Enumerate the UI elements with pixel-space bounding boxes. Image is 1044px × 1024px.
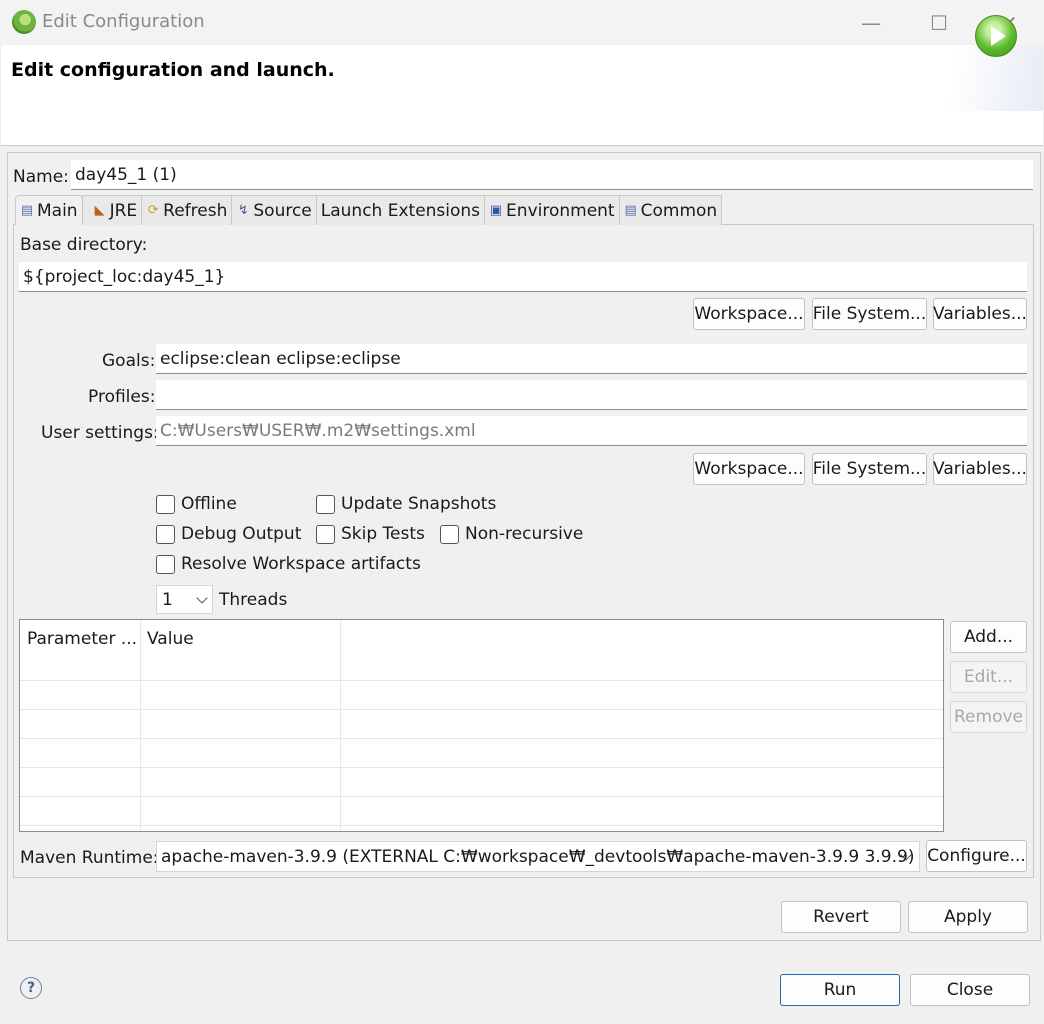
checkbox-box[interactable] [156,494,175,514]
revert-button[interactable]: Revert [781,901,901,933]
minimize-button[interactable]: — [836,0,906,45]
checkbox-box[interactable] [316,494,335,514]
configure-runtime-button[interactable]: Configure... [926,840,1027,872]
tab-label: Source [253,200,312,221]
file-system-button-base[interactable]: File System... [812,298,927,330]
debug-output-label: Debug Output [181,524,302,544]
tab-bar: ▤ Main ◣ JRE ⟳ Refresh ↯ Source Launch E… [15,195,723,225]
header-title: Edit configuration and launch. [11,59,335,81]
table-row [20,680,943,681]
update-snapshots-label: Update Snapshots [341,494,497,514]
name-label: Name: [13,167,69,187]
tab-jre[interactable]: ◣ JRE [81,195,143,225]
user-settings-field[interactable]: C:₩Users₩USER₩.m2₩settings.xml [156,416,1027,446]
tab-source[interactable]: ↯ Source [231,195,317,225]
non-recursive-label: Non-recursive [465,524,584,544]
run-button[interactable]: Run [780,974,900,1006]
profiles-field[interactable] [156,380,1027,410]
variables-button-base[interactable]: Variables... [933,298,1027,330]
variables-button-settings[interactable]: Variables... [933,453,1027,485]
skip-tests-checkbox[interactable]: Skip Tests [316,524,425,544]
checkbox-box[interactable] [440,524,459,544]
help-icon[interactable]: ? [20,977,42,999]
close-button[interactable]: Close [910,974,1030,1006]
chevron-down-icon [196,592,208,604]
window-title: Edit Configuration [42,11,205,32]
table-row [20,796,943,797]
tab-label: Common [640,200,718,221]
tab-label: Launch Extensions [320,200,481,221]
tab-environment[interactable]: ▣ Environment [484,195,620,225]
checkbox-box[interactable] [156,524,175,544]
skip-tests-label: Skip Tests [341,524,425,544]
parameter-column-header[interactable]: Parameter ... [27,629,137,649]
user-settings-label: User settings: [41,423,159,443]
tab-refresh[interactable]: ⟳ Refresh [141,195,233,225]
threads-value: 1 [162,589,173,610]
base-directory-field[interactable]: ${project_loc:day45_1} [19,262,1027,292]
threads-select[interactable]: 1 [156,585,213,614]
page-icon: ▤ [20,202,34,218]
non-recursive-checkbox[interactable]: Non-recursive [440,524,583,544]
title-bar: Edit Configuration — ☐ ✕ [0,0,1044,45]
maven-runtime-select[interactable]: apache-maven-3.9.9 (EXTERNAL C:₩workspac… [156,841,920,872]
workspace-button-base[interactable]: Workspace... [693,298,805,330]
remove-parameter-button[interactable]: Remove [950,701,1027,733]
apply-button[interactable]: Apply [908,901,1028,933]
tab-main[interactable]: ▤ Main [15,195,83,225]
name-field[interactable]: day45_1 (1) [71,160,1033,190]
checkbox-box[interactable] [316,524,335,544]
environment-icon: ▣ [489,202,503,218]
column-divider [140,620,141,831]
table-row [20,767,943,768]
profiles-label: Profiles: [88,387,156,407]
tab-label: Refresh [163,200,228,221]
maven-runtime-label: Maven Runtime: [20,848,159,868]
refresh-icon: ⟳ [147,202,159,218]
resolve-workspace-label: Resolve Workspace artifacts [181,554,421,574]
table-row [20,709,943,710]
checkbox-box[interactable] [156,554,175,574]
value-column-header[interactable]: Value [147,629,194,649]
column-divider [340,620,341,831]
threads-label: Threads [219,590,288,610]
offline-checkbox[interactable]: Offline [156,494,237,514]
tab-launch-extensions[interactable]: Launch Extensions [315,195,486,225]
tab-label: Environment [506,200,615,221]
file-system-button-settings[interactable]: File System... [812,453,927,485]
edit-parameter-button[interactable]: Edit... [950,661,1027,693]
debug-output-checkbox[interactable]: Debug Output [156,524,301,544]
resolve-workspace-checkbox[interactable]: Resolve Workspace artifacts [156,554,421,574]
parameters-table[interactable]: Parameter ... Value [19,619,944,832]
tab-common[interactable]: ▤ Common [618,195,723,225]
maximize-button[interactable]: ☐ [904,0,974,45]
update-snapshots-checkbox[interactable]: Update Snapshots [316,494,496,514]
goals-label: Goals: [102,351,156,371]
table-row [20,825,943,826]
base-directory-label: Base directory: [20,235,148,255]
maven-runtime-value: apache-maven-3.9.9 (EXTERNAL C:₩workspac… [161,847,915,867]
offline-label: Offline [181,494,237,514]
dialog-header: Edit configuration and launch. [1,45,1043,146]
common-icon: ▤ [624,202,637,218]
goals-field[interactable]: eclipse:clean eclipse:eclipse [156,344,1027,374]
table-row [20,738,943,739]
run-launch-icon [975,15,1017,57]
jre-icon: ◣ [94,202,105,218]
tab-label: JRE [109,200,138,221]
spring-app-icon [12,10,36,34]
source-icon: ↯ [237,202,249,218]
add-parameter-button[interactable]: Add... [950,621,1027,653]
tab-label: Main [37,200,78,221]
workspace-button-settings[interactable]: Workspace... [693,453,805,485]
